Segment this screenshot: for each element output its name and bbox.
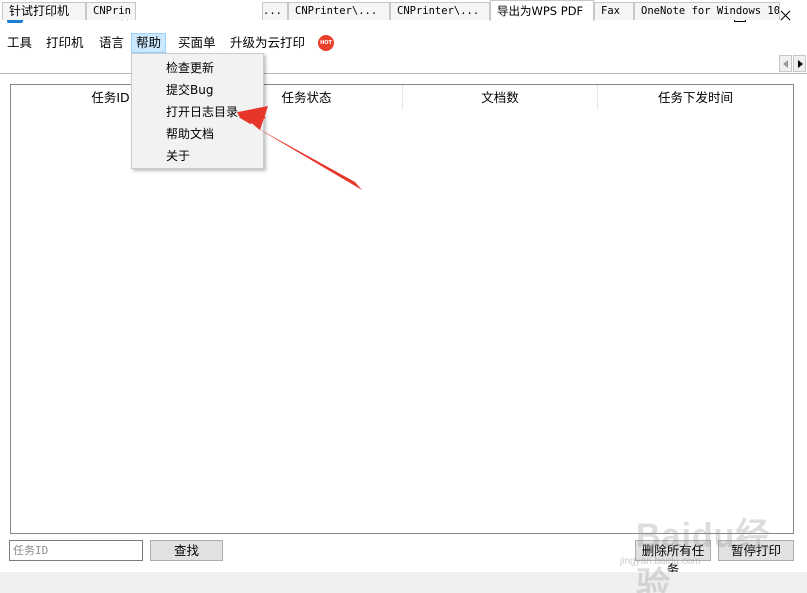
menu-printer[interactable]: 打印机 xyxy=(42,33,88,53)
menu-language[interactable]: 语言 xyxy=(95,33,128,53)
hot-badge-label: HOT xyxy=(320,40,332,46)
hot-badge-icon[interactable]: HOT xyxy=(318,35,334,51)
menu-help[interactable]: 帮助 xyxy=(131,33,167,53)
pause-printing-button[interactable]: 暂停打印 xyxy=(718,540,794,561)
search-button[interactable]: 查找 xyxy=(150,540,223,561)
menu-upgrade-cloud-print[interactable]: 升级为云打印 xyxy=(226,33,309,53)
menu-item-help-docs[interactable]: 帮助文档 xyxy=(134,123,261,145)
column-header-issue-time[interactable]: 任务下发时间 xyxy=(598,85,793,110)
tab-onenote[interactable]: OneNote for Windows 10 xyxy=(634,2,780,20)
tab-export-wps-pdf[interactable]: 导出为WPS PDF xyxy=(490,0,594,21)
menu-item-check-update[interactable]: 检查更新 xyxy=(134,57,261,79)
menu-item-submit-bug[interactable]: 提交Bug xyxy=(134,79,261,101)
tab-cnprinter-2[interactable]: ... xyxy=(262,2,288,20)
menu-bar: 工具 打印机 语言 帮助 买面单 升级为云打印 xyxy=(0,31,807,53)
task-id-search-input[interactable] xyxy=(9,540,143,561)
tab-scroll-left-button[interactable] xyxy=(779,55,792,72)
status-bar xyxy=(0,572,807,593)
task-list[interactable]: 任务ID 任务状态 文档数 任务下发时间 xyxy=(10,84,794,534)
column-header-doc-count[interactable]: 文档数 xyxy=(403,85,598,110)
tab-dot-matrix-printer[interactable]: 针试打印机 xyxy=(2,2,86,20)
delete-all-tasks-button[interactable]: 删除所有任务 xyxy=(635,540,711,577)
printer-tab-strip xyxy=(0,54,807,74)
tab-fax[interactable]: Fax xyxy=(594,2,634,20)
tab-cnprinter-1[interactable]: CNPrin xyxy=(86,2,136,20)
help-dropdown-menu: 检查更新 提交Bug 打开日志目录 帮助文档 关于 xyxy=(131,53,264,169)
tab-cnprinter-3[interactable]: CNPrinter\... xyxy=(288,2,390,20)
tab-cnprinter-4[interactable]: CNPrinter\... xyxy=(390,2,490,20)
menu-tools[interactable]: 工具 xyxy=(3,33,36,53)
task-list-header: 任务ID 任务状态 文档数 任务下发时间 xyxy=(11,85,793,110)
menu-item-about[interactable]: 关于 xyxy=(134,145,261,167)
tab-scroll-right-button[interactable] xyxy=(793,55,806,72)
menu-buy-waybill[interactable]: 买面单 xyxy=(174,33,220,53)
menu-item-open-log-dir[interactable]: 打开日志目录 xyxy=(134,101,261,123)
